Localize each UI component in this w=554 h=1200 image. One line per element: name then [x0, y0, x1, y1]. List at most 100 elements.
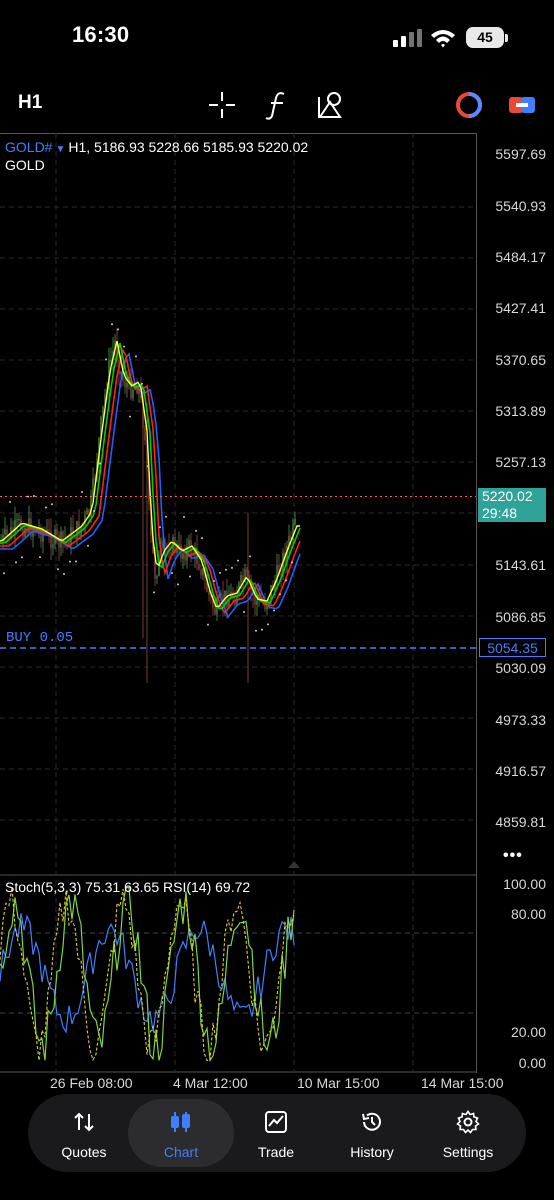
nav-chart[interactable]: Chart: [133, 1094, 229, 1172]
symbol-description: GOLD: [5, 157, 45, 173]
candle-body: [56, 529, 58, 535]
candle-body: [6, 529, 8, 535]
sar-dot: [27, 495, 29, 498]
sar-dot: [123, 345, 125, 348]
sar-dot: [279, 593, 281, 596]
nav-history[interactable]: History: [324, 1094, 420, 1172]
sar-dot: [63, 572, 65, 575]
indicator-toggle-icon[interactable]: [452, 88, 486, 122]
symbol-label[interactable]: GOLD#: [5, 139, 52, 155]
bar-countdown: 29:48: [482, 505, 518, 521]
sar-dot: [15, 561, 17, 564]
more-options-icon[interactable]: •••: [503, 847, 523, 865]
sar-dot: [195, 529, 197, 532]
current-price-tag: 5220.02 29:48: [478, 488, 546, 522]
price-axis-label: 4916.57: [495, 763, 546, 779]
price-axis-label: 5030.09: [495, 660, 546, 676]
price-axis-label: 5597.69: [495, 146, 546, 162]
price-axis-label: 4973.33: [495, 712, 546, 728]
sar-dot: [159, 526, 161, 529]
time-label: 10 Mar 15:00: [297, 1075, 380, 1091]
candle-body: [48, 529, 50, 532]
time-label: 14 Mar 15:00: [421, 1075, 504, 1091]
candle-body: [202, 568, 204, 576]
chart-ohlc-header[interactable]: GOLD# ▼ H1, 5186.93 5228.66 5185.93 5220.0…: [5, 139, 308, 155]
sar-dot: [267, 623, 269, 626]
time-label: 26 Feb 08:00: [50, 1075, 133, 1091]
candle-body: [240, 575, 242, 583]
candle-body: [256, 600, 258, 605]
sar-dot: [99, 462, 101, 465]
quotes-icon: [74, 1112, 94, 1132]
candle-body: [86, 509, 88, 515]
nav-settings[interactable]: Settings: [420, 1094, 516, 1172]
buy-order-label[interactable]: BUY 0.05: [6, 630, 73, 646]
candle-body: [110, 360, 112, 362]
nav-label: History: [350, 1144, 394, 1160]
sar-dot: [57, 568, 59, 571]
price-axis-label: 5370.65: [495, 352, 546, 368]
candle-body: [16, 519, 18, 521]
chart-icon: [171, 1112, 190, 1132]
candle-body: [182, 553, 184, 559]
nav-quotes[interactable]: Quotes: [36, 1094, 132, 1172]
osc-level-20: 20.00: [510, 1024, 546, 1040]
sar-dot: [285, 579, 287, 582]
sar-dot: [45, 506, 47, 509]
sar-dot: [135, 355, 137, 358]
crosshair-icon[interactable]: [205, 88, 239, 122]
function-icon[interactable]: [260, 88, 294, 122]
sar-dot: [147, 465, 149, 468]
trade-toggle-icon[interactable]: [505, 88, 539, 122]
oscillator-header: Stoch(5,3,3) 75.31 63.65 RSI(14) 69.72: [5, 879, 251, 895]
sar-dot: [249, 555, 251, 558]
price-axis-label: 5257.13: [495, 454, 546, 470]
nav-label: Settings: [442, 1144, 494, 1160]
scroll-marker-icon: [288, 861, 300, 868]
candle-body: [208, 591, 210, 595]
parabolic-sar: [3, 323, 293, 632]
symbol-dropdown-icon[interactable]: ▼: [55, 144, 65, 155]
rsi-line: [0, 913, 295, 1034]
candle-body: [200, 569, 202, 576]
sar-dot: [231, 566, 233, 569]
candle-body: [62, 531, 64, 540]
price-axis-label: 5313.89: [495, 403, 546, 419]
buy-order-price-tag[interactable]: 5054.35: [479, 638, 546, 657]
sar-dot: [33, 494, 35, 497]
oscillator-plot[interactable]: [0, 878, 476, 1072]
candle-body: [124, 380, 126, 388]
candle-body: [184, 553, 186, 561]
price-plot[interactable]: [0, 133, 476, 873]
candle-body: [226, 590, 228, 609]
sar-dot: [3, 572, 5, 575]
candle-body: [144, 427, 146, 441]
time-label: 4 Mar 12:00: [173, 1075, 248, 1091]
ohlc-values: H1, 5186.93 5228.66 5185.93 5220.02: [68, 139, 309, 155]
sar-dot: [165, 515, 167, 518]
candle-body: [52, 544, 54, 548]
sar-dot: [75, 560, 77, 563]
objects-icon[interactable]: [314, 88, 348, 122]
candle-body: [4, 529, 6, 535]
osc-level-80: 80.00: [510, 906, 546, 922]
price-axis-label: 5143.61: [495, 557, 546, 573]
candle-body: [132, 390, 134, 399]
price-axis-label: 5540.93: [495, 198, 546, 214]
candle-body: [18, 519, 20, 521]
nav-label: Quotes: [61, 1144, 107, 1160]
price-axis-label: 4859.81: [495, 814, 546, 830]
stoch-signal-line: [0, 887, 295, 1062]
candle-body: [74, 536, 76, 540]
sar-dot: [39, 556, 41, 559]
sar-dot: [261, 628, 263, 631]
battery-cap: [505, 34, 508, 42]
sar-dot: [87, 544, 89, 547]
ma-green-line: [0, 342, 301, 610]
sar-dot: [207, 623, 209, 626]
sar-dot: [111, 323, 113, 326]
sar-dot: [201, 537, 203, 540]
timeframe-selector[interactable]: H1: [18, 92, 42, 114]
nav-trade[interactable]: Trade: [228, 1094, 324, 1172]
sar-dot: [105, 358, 107, 361]
